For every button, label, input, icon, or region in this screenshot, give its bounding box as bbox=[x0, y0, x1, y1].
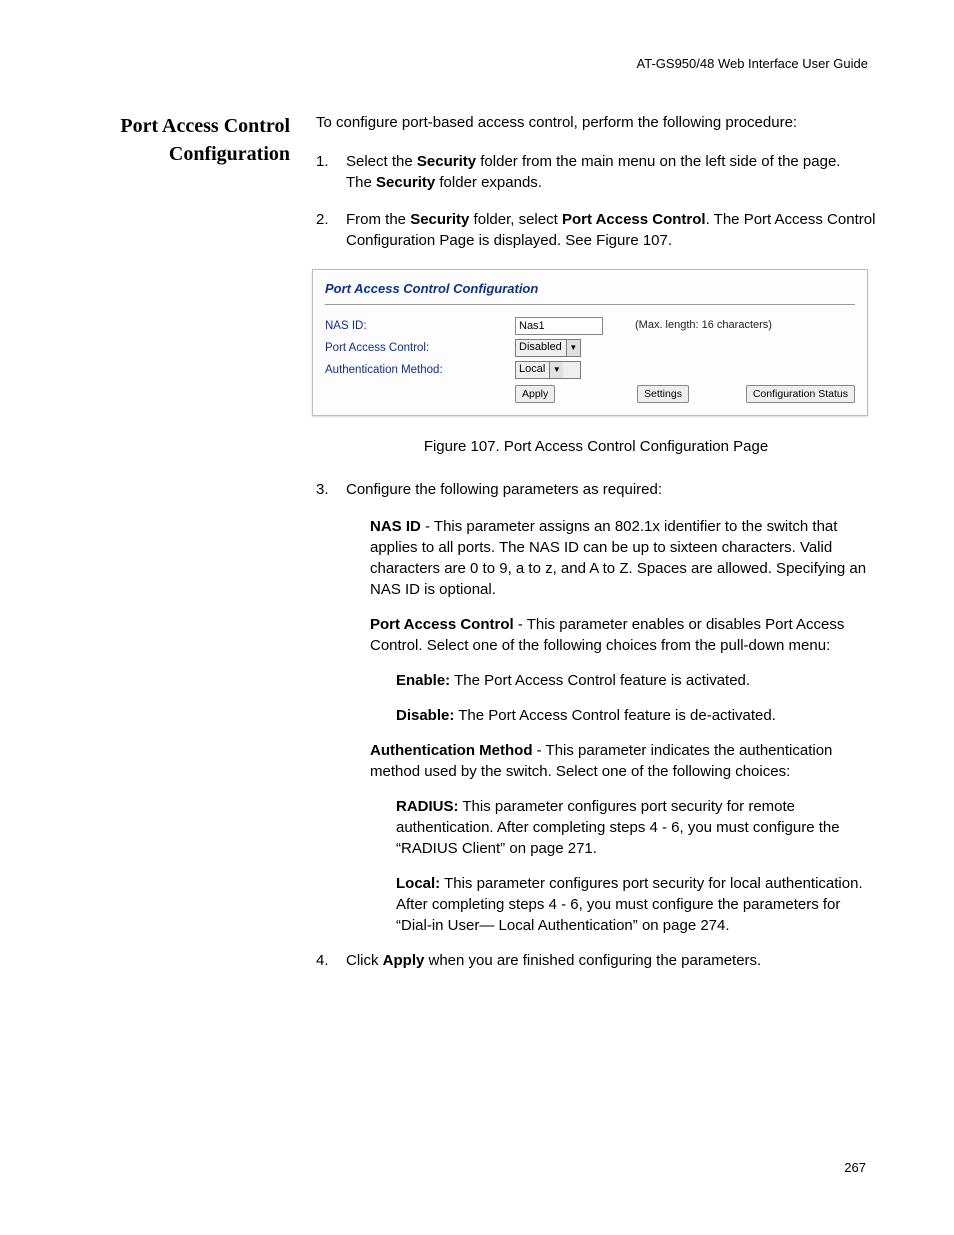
text: when you are finished configuring the pa… bbox=[424, 952, 761, 969]
local-line: Local: This parameter configures port se… bbox=[396, 873, 876, 936]
bold-auth: Authentication Method bbox=[370, 742, 532, 759]
pac-description: Port Access Control - This parameter ena… bbox=[370, 614, 876, 656]
text: Click bbox=[346, 952, 383, 969]
step-2: 2. From the Security folder, select Port… bbox=[316, 209, 876, 251]
bold-local: Local: bbox=[396, 875, 440, 892]
bold-security: Security bbox=[410, 211, 469, 228]
step-body: Select the Security folder from the main… bbox=[340, 151, 876, 193]
bold-nas-id: NAS ID bbox=[370, 518, 421, 535]
page-header: AT-GS950/48 Web Interface User Guide bbox=[637, 56, 868, 71]
step-body: From the Security folder, select Port Ac… bbox=[340, 209, 876, 251]
bold-security: Security bbox=[376, 174, 435, 191]
figure-107-screenshot: Port Access Control Configuration NAS ID… bbox=[312, 269, 868, 416]
nas-id-description: NAS ID - This parameter assigns an 802.1… bbox=[370, 516, 876, 600]
step-4: 4. Click Apply when you are finished con… bbox=[316, 950, 876, 971]
divider bbox=[325, 304, 855, 305]
bold-pac: Port Access Control bbox=[562, 211, 706, 228]
figure-caption: Figure 107. Port Access Control Configur… bbox=[316, 436, 876, 457]
text: The bbox=[346, 174, 376, 191]
chevron-down-icon: ▼ bbox=[566, 340, 580, 356]
step-number: 3. bbox=[316, 479, 340, 500]
pac-select[interactable]: Disabled ▼ bbox=[515, 339, 581, 357]
text: This parameter configures port security … bbox=[396, 798, 840, 857]
auth-label: Authentication Method: bbox=[325, 362, 515, 378]
text: folder expands. bbox=[435, 174, 542, 191]
bold-enable: Enable: bbox=[396, 672, 450, 689]
step-number: 2. bbox=[316, 209, 340, 251]
bold-pac: Port Access Control bbox=[370, 616, 514, 633]
auth-method-row: Authentication Method: Local ▼ bbox=[313, 359, 867, 381]
bold-disable: Disable: bbox=[396, 707, 454, 724]
text: folder, select bbox=[469, 211, 562, 228]
button-row: Apply Settings Configuration Status bbox=[313, 381, 867, 415]
text: The Port Access Control feature is activ… bbox=[450, 672, 750, 689]
bold-apply: Apply bbox=[383, 952, 425, 969]
section-title: Port Access Control Configuration bbox=[90, 112, 290, 168]
text: This parameter configures port security … bbox=[396, 875, 863, 934]
config-status-button[interactable]: Configuration Status bbox=[746, 385, 855, 403]
nas-id-label: NAS ID: bbox=[325, 318, 515, 334]
panel-title: Port Access Control Configuration bbox=[313, 270, 867, 300]
auth-select[interactable]: Local ▼ bbox=[515, 361, 581, 379]
chevron-down-icon: ▼ bbox=[549, 362, 563, 378]
step-1: 1. Select the Security folder from the m… bbox=[316, 151, 876, 193]
bold-security: Security bbox=[417, 153, 476, 170]
port-access-control-row: Port Access Control: Disabled ▼ bbox=[313, 337, 867, 359]
nas-id-hint: (Max. length: 16 characters) bbox=[635, 318, 772, 333]
main-content: To configure port-based access control, … bbox=[316, 112, 876, 987]
pac-value: Disabled bbox=[519, 340, 566, 355]
bold-radius: RADIUS: bbox=[396, 798, 459, 815]
disable-line: Disable: The Port Access Control feature… bbox=[396, 705, 876, 726]
apply-button[interactable]: Apply bbox=[515, 385, 555, 403]
text: From the bbox=[346, 211, 410, 228]
step-number: 1. bbox=[316, 151, 340, 193]
pac-label: Port Access Control: bbox=[325, 340, 515, 356]
page-number: 267 bbox=[844, 1160, 866, 1175]
text: folder from the main menu on the left si… bbox=[476, 153, 840, 170]
intro-text: To configure port-based access control, … bbox=[316, 112, 876, 133]
step-body: Configure the following parameters as re… bbox=[340, 479, 876, 500]
settings-button[interactable]: Settings bbox=[637, 385, 689, 403]
step-3: 3. Configure the following parameters as… bbox=[316, 479, 876, 500]
text: - This parameter assigns an 802.1x ident… bbox=[370, 518, 866, 598]
text: The Port Access Control feature is de-ac… bbox=[454, 707, 776, 724]
auth-value: Local bbox=[519, 362, 549, 377]
nas-id-row: NAS ID: (Max. length: 16 characters) bbox=[313, 315, 867, 337]
nas-id-input[interactable] bbox=[515, 317, 603, 335]
step-number: 4. bbox=[316, 950, 340, 971]
enable-line: Enable: The Port Access Control feature … bbox=[396, 670, 876, 691]
step-body: Click Apply when you are finished config… bbox=[340, 950, 876, 971]
auth-method-description: Authentication Method - This parameter i… bbox=[370, 740, 876, 782]
radius-line: RADIUS: This parameter configures port s… bbox=[396, 796, 876, 859]
text: Select the bbox=[346, 153, 417, 170]
